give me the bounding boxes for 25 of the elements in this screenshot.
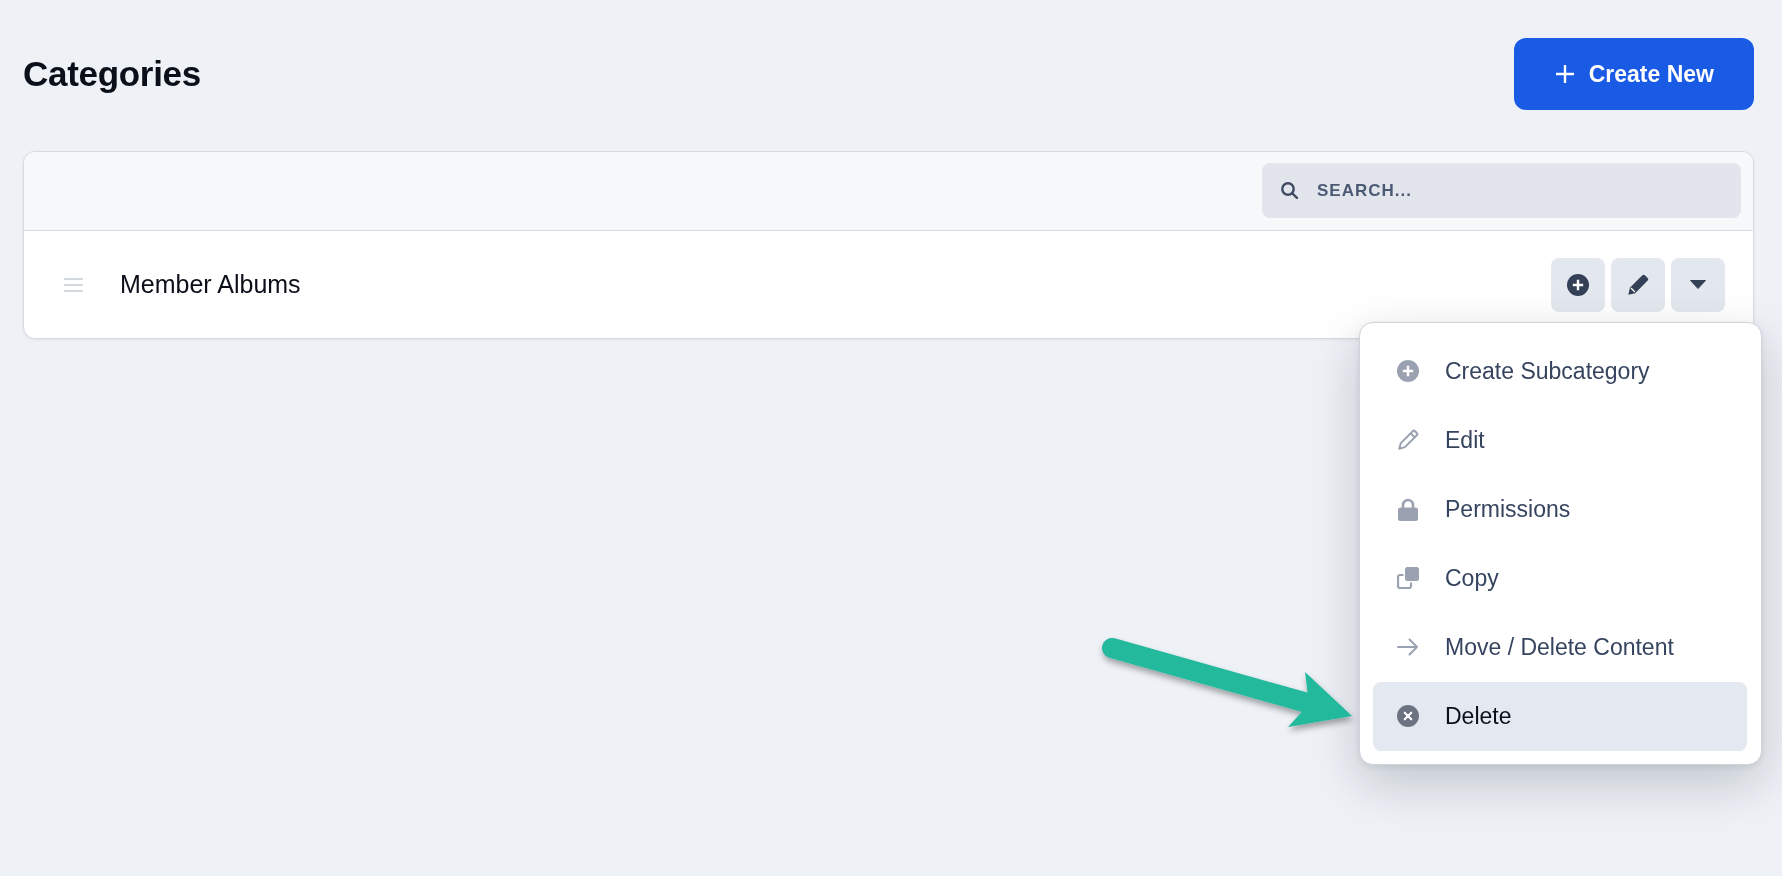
pencil-icon — [1396, 429, 1419, 451]
menu-item[interactable]: Permissions — [1373, 474, 1747, 544]
lock-icon — [1397, 497, 1418, 521]
plus-circle-icon — [1396, 360, 1419, 382]
drag-handle-icon[interactable] — [64, 277, 83, 292]
plus-circle-icon — [1567, 273, 1589, 296]
pencil-icon — [1627, 273, 1649, 296]
copy-icon — [1396, 567, 1419, 589]
page-title: Categories — [23, 54, 201, 94]
x-circle-icon — [1396, 705, 1419, 727]
dropdown-toggle-button[interactable] — [1671, 257, 1725, 312]
menu-item[interactable]: Delete — [1373, 681, 1747, 751]
menu-item[interactable]: Create Subcategory — [1373, 336, 1747, 406]
search-field[interactable]: SEARCH... — [1262, 163, 1741, 218]
edit-button[interactable] — [1611, 257, 1665, 312]
menu-item[interactable]: Move / Delete Content — [1373, 612, 1747, 682]
create-new-button[interactable]: Create New — [1513, 38, 1754, 110]
category-name: Member Albums — [120, 270, 302, 299]
arrow-right-icon — [1396, 638, 1419, 656]
menu-item[interactable]: Copy — [1373, 543, 1747, 613]
plus-icon — [1555, 65, 1574, 83]
search-icon — [1281, 182, 1298, 199]
add-button[interactable] — [1551, 257, 1605, 312]
menu-item[interactable]: Edit — [1373, 405, 1747, 475]
caret-down-icon — [1690, 280, 1706, 289]
